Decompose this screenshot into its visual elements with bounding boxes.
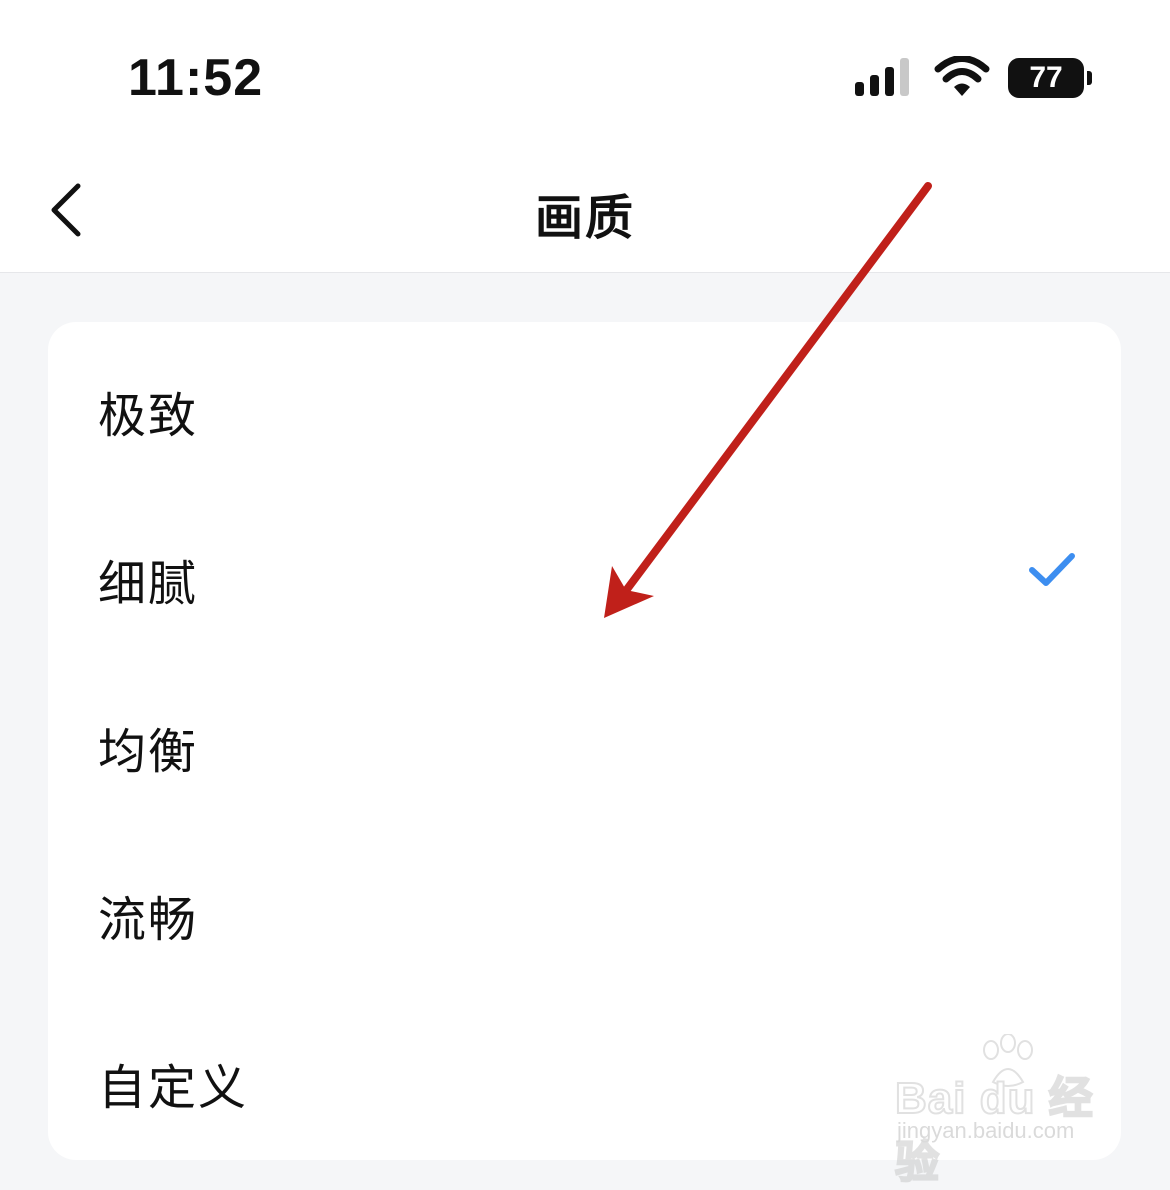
battery-tip bbox=[1087, 71, 1092, 85]
wifi-icon bbox=[934, 56, 990, 96]
option-extreme[interactable]: 极致 bbox=[48, 322, 1121, 490]
quality-options-list: 极致 细腻 均衡 流畅 自定义 bbox=[48, 322, 1121, 1160]
nav-bar: 画质 bbox=[0, 140, 1170, 273]
option-label: 极致 bbox=[98, 388, 199, 444]
battery-level: 77 bbox=[1008, 58, 1084, 98]
page-title: 画质 bbox=[534, 190, 635, 246]
option-fine[interactable]: 细腻 bbox=[48, 490, 1121, 658]
status-time: 11:52 bbox=[128, 49, 264, 107]
watermark: Bai du 经验 jingyan.baidu.com bbox=[894, 1034, 1125, 1188]
option-label: 流畅 bbox=[98, 892, 199, 948]
battery-icon: 77 bbox=[1008, 58, 1092, 98]
option-label: 自定义 bbox=[98, 1060, 249, 1116]
signal-icon bbox=[855, 58, 909, 96]
status-bar: 11:52 77 bbox=[0, 0, 1170, 140]
option-label: 均衡 bbox=[98, 724, 199, 780]
option-label: 细腻 bbox=[98, 556, 199, 612]
check-icon bbox=[1029, 553, 1075, 586]
option-balanced[interactable]: 均衡 bbox=[48, 658, 1121, 826]
watermark-url: jingyan.baidu.com bbox=[897, 1118, 1075, 1143]
option-smooth[interactable]: 流畅 bbox=[48, 826, 1121, 994]
